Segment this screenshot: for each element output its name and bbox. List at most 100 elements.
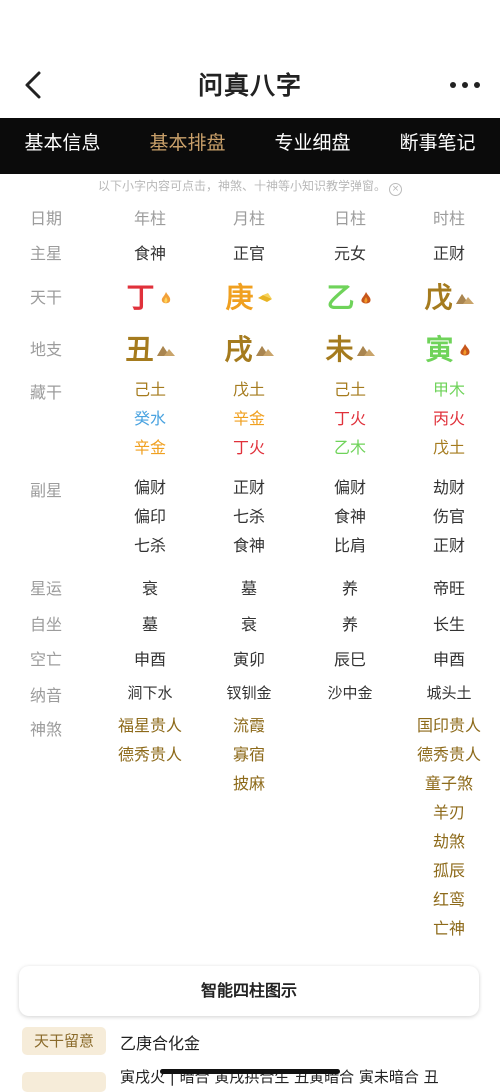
- fuxing-item[interactable]: 食神: [300, 502, 400, 531]
- close-hint-icon[interactable]: ×: [389, 183, 402, 196]
- mountain-icon: [255, 342, 274, 356]
- canggan-item[interactable]: 戊土: [399, 433, 499, 462]
- tiangan-hour[interactable]: 戊: [399, 276, 499, 316]
- canggan-item[interactable]: 戊土: [199, 375, 299, 404]
- tiangan-month[interactable]: 庚: [199, 276, 299, 316]
- kongwang-year[interactable]: 申酉: [100, 646, 200, 670]
- tab-basic-chart[interactable]: 基本排盘: [125, 118, 250, 174]
- tab-pro-chart[interactable]: 专业细盘: [250, 118, 375, 174]
- zizuo-hour[interactable]: 长生: [399, 611, 499, 635]
- xingyun-year[interactable]: 衰: [100, 575, 200, 599]
- shensha-item[interactable]: 亡神: [399, 914, 499, 943]
- col-header-hour: 时柱: [432, 209, 465, 228]
- main-star-year[interactable]: 食神: [100, 240, 200, 264]
- tiangan-char: 庚: [225, 281, 254, 314]
- kongwang-day[interactable]: 辰巳: [300, 646, 400, 670]
- main-star-hour[interactable]: 正财: [399, 240, 499, 264]
- nayin-hour[interactable]: 城头土: [399, 682, 499, 703]
- tab-bar: 基本信息 基本排盘 专业细盘 断事笔记: [0, 118, 500, 174]
- row-label: 主星: [30, 244, 63, 263]
- canggan-item[interactable]: 辛金: [199, 404, 299, 433]
- nayin-year[interactable]: 涧下水: [100, 682, 200, 703]
- mountain-icon: [156, 342, 175, 356]
- row-label: 纳音: [30, 686, 63, 705]
- shensha-item[interactable]: 寡宿: [199, 740, 299, 769]
- fuxing-item[interactable]: 伤官: [399, 502, 499, 531]
- kongwang-month[interactable]: 寅卯: [199, 646, 299, 670]
- fuxing-item[interactable]: 食神: [199, 531, 299, 560]
- hint-text[interactable]: 以下小字内容可点击，神煞、十神等小知识教学弹窗。 ×: [0, 177, 500, 196]
- canggan-hour: 甲木 丙火 戊土: [399, 375, 499, 462]
- zizuo-year[interactable]: 墓: [100, 611, 200, 635]
- canggan-item[interactable]: 癸水: [100, 404, 200, 433]
- tiangan-char: 戊: [424, 281, 453, 314]
- canggan-item[interactable]: 丁火: [199, 433, 299, 462]
- canggan-item[interactable]: 辛金: [100, 433, 200, 462]
- shensha-item[interactable]: 福星贵人: [100, 711, 200, 740]
- shensha-item[interactable]: 德秀贵人: [100, 740, 200, 769]
- nayin-day[interactable]: 沙中金: [300, 682, 400, 703]
- shensha-item[interactable]: 孤辰: [399, 856, 499, 885]
- shensha-item[interactable]: 德秀贵人: [399, 740, 499, 769]
- shensha-item[interactable]: 流霞: [199, 711, 299, 740]
- dizhi-char: 丑: [125, 333, 154, 366]
- shensha-item[interactable]: 劫煞: [399, 827, 499, 856]
- dizhi-char: 未: [325, 333, 354, 366]
- fuxing-item[interactable]: 劫财: [399, 473, 499, 502]
- fuxing-item[interactable]: 偏财: [300, 473, 400, 502]
- canggan-item[interactable]: 丁火: [300, 404, 400, 433]
- canggan-item[interactable]: 甲木: [399, 375, 499, 404]
- fuxing-item[interactable]: 七杀: [199, 502, 299, 531]
- shensha-item[interactable]: 羊刃: [399, 798, 499, 827]
- shensha-month: 流霞 寡宿 披麻: [199, 711, 299, 798]
- dizhi-char: 戌: [224, 333, 253, 366]
- fuxing-item[interactable]: 正财: [199, 473, 299, 502]
- canggan-item[interactable]: 丙火: [399, 404, 499, 433]
- main-star-month[interactable]: 正官: [199, 240, 299, 264]
- main-star-day[interactable]: 元女: [300, 240, 400, 264]
- xingyun-month[interactable]: 墓: [199, 575, 299, 599]
- shensha-item[interactable]: 红鸾: [399, 885, 499, 914]
- xingyun-day[interactable]: 养: [300, 575, 400, 599]
- shensha-item[interactable]: 童子煞: [399, 769, 499, 798]
- canggan-month: 戊土 辛金 丁火: [199, 375, 299, 462]
- row-label: 空亡: [30, 650, 63, 669]
- shensha-hour: 国印贵人 德秀贵人 童子煞 羊刃 劫煞 孤辰 红鸾 亡神: [399, 711, 499, 943]
- col-header-year: 年柱: [133, 209, 166, 228]
- page-title: 问真八字: [197, 71, 302, 100]
- fuxing-item[interactable]: 偏印: [100, 502, 200, 531]
- canggan-item[interactable]: 己土: [100, 375, 200, 404]
- dizhi-hour[interactable]: 寅: [399, 328, 499, 368]
- xingyun-hour[interactable]: 帝旺: [399, 575, 499, 599]
- canggan-item[interactable]: 乙木: [300, 433, 400, 462]
- fuxing-day: 偏财 食神 比肩: [300, 473, 400, 560]
- shensha-item[interactable]: 国印贵人: [399, 711, 499, 740]
- shensha-item[interactable]: 披麻: [199, 769, 299, 798]
- fuxing-item[interactable]: 正财: [399, 531, 499, 560]
- fuxing-hour: 劫财 伤官 正财: [399, 473, 499, 560]
- tiangan-year[interactable]: 丁: [100, 276, 200, 316]
- tab-basic-info[interactable]: 基本信息: [0, 118, 125, 174]
- smart-chart-button[interactable]: 智能四柱图示: [19, 966, 479, 1016]
- canggan-item[interactable]: 己土: [300, 375, 400, 404]
- dizhi-day[interactable]: 未: [300, 328, 400, 368]
- nayin-month[interactable]: 钗钏金: [199, 682, 299, 703]
- zizuo-month[interactable]: 衰: [199, 611, 299, 635]
- dizhi-year[interactable]: 丑: [100, 328, 200, 368]
- dizhi-month[interactable]: 戌: [199, 328, 299, 368]
- tiangan-char: 乙: [326, 281, 355, 314]
- tiangan-day[interactable]: 乙: [300, 276, 400, 316]
- zizuo-day[interactable]: 养: [300, 611, 400, 635]
- fuxing-item[interactable]: 偏财: [100, 473, 200, 502]
- row-label: 自坐: [30, 615, 63, 634]
- row-label: 藏干: [30, 383, 63, 402]
- more-options-icon[interactable]: [450, 80, 480, 90]
- tiangan-note-text: 乙庚合化金: [120, 1034, 201, 1053]
- fuxing-year: 偏财 偏印 七杀: [100, 473, 200, 560]
- tab-notes[interactable]: 断事笔记: [375, 118, 500, 174]
- kongwang-hour[interactable]: 申酉: [399, 646, 499, 670]
- row-label: 星运: [30, 579, 63, 598]
- fuxing-item[interactable]: 七杀: [100, 531, 200, 560]
- fuxing-item[interactable]: 比肩: [300, 531, 400, 560]
- row-label: 日期: [30, 209, 63, 228]
